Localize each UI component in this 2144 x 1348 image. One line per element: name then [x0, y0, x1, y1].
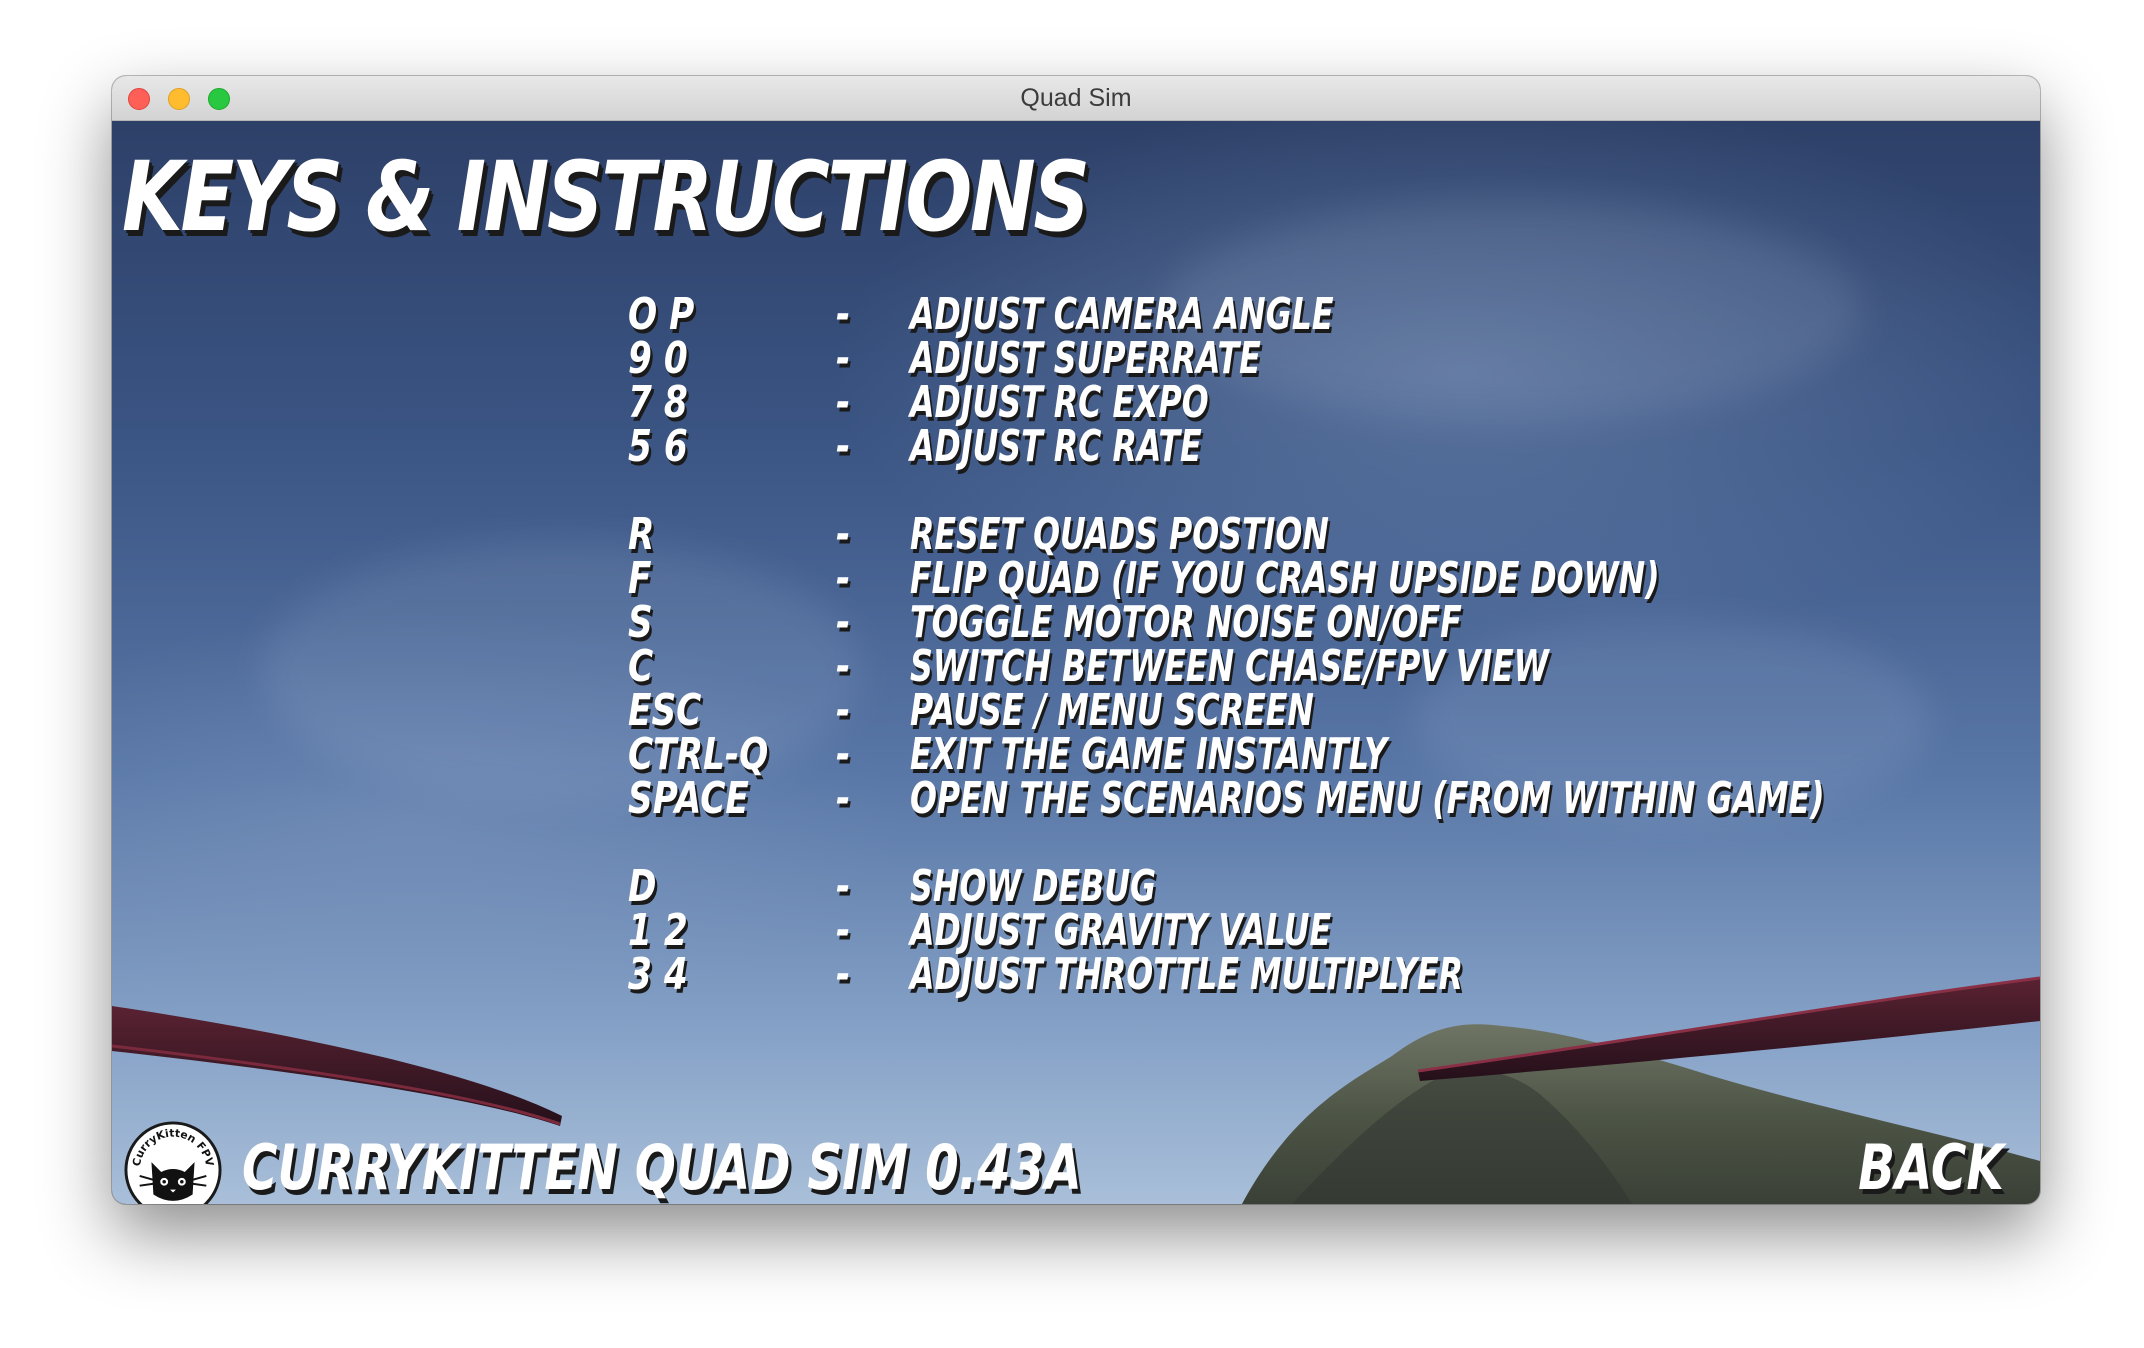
key-action: TOGGLE MOTOR NOISE ON/OFF	[910, 597, 1462, 648]
key-separator: -	[836, 377, 851, 428]
key-label: 7 8	[628, 377, 688, 428]
key-separator: -	[836, 553, 851, 604]
propeller-blade-left	[112, 1006, 562, 1126]
key-action: ADJUST THROTTLE MULTIPLYER	[910, 949, 1464, 1000]
key-label: 3 4	[628, 949, 688, 1000]
app-window: Quad Sim KEYS & INSTRUCTIONS O P - ADJUS…	[112, 76, 2040, 1204]
key-separator: -	[836, 685, 851, 736]
screen-heading: KEYS & INSTRUCTIONS	[122, 141, 1090, 253]
key-action: ADJUST RC RATE	[910, 421, 1202, 472]
key-separator: -	[836, 949, 851, 1000]
key-separator: -	[836, 861, 851, 912]
key-label: F	[628, 553, 652, 604]
key-action: ADJUST CAMERA ANGLE	[910, 289, 1334, 340]
key-separator: -	[836, 641, 851, 692]
window-title: Quad Sim	[1020, 84, 1132, 112]
key-label: S	[628, 597, 653, 648]
key-action: EXIT THE GAME INSTANTLY	[910, 729, 1388, 780]
key-label: 1 2	[628, 905, 688, 956]
key-label: O P	[628, 289, 695, 340]
key-label: 5 6	[628, 421, 688, 472]
key-label: CTRL-Q	[628, 729, 769, 780]
window-titlebar[interactable]: Quad Sim	[112, 76, 2040, 121]
key-label: D	[628, 861, 657, 912]
key-action: ADJUST GRAVITY VALUE	[910, 905, 1332, 956]
key-separator: -	[836, 729, 851, 780]
key-action: RESET QUADS POSTION	[910, 509, 1329, 560]
key-action: ADJUST RC EXPO	[910, 377, 1209, 428]
key-action: ADJUST SUPERRATE	[910, 333, 1261, 384]
game-viewport: KEYS & INSTRUCTIONS O P - ADJUST CAMERA …	[112, 121, 2040, 1204]
key-label: ESC	[628, 685, 702, 736]
key-separator: -	[836, 509, 851, 560]
key-label: SPACE	[628, 773, 749, 824]
key-separator: -	[836, 289, 851, 340]
key-action: OPEN THE SCENARIOS MENU (FROM WITHIN GAM…	[910, 773, 1825, 824]
key-separator: -	[836, 421, 851, 472]
key-label: C	[628, 641, 654, 692]
key-separator: -	[836, 773, 851, 824]
key-action: SHOW DEBUG	[910, 861, 1157, 912]
back-button[interactable]: BACK	[1858, 1131, 2004, 1204]
key-separator: -	[836, 905, 851, 956]
cat-logo-icon: CurryKitten FPV	[124, 1121, 222, 1204]
key-separator: -	[836, 597, 851, 648]
key-action: FLIP QUAD (IF YOU CRASH UPSIDE DOWN)	[910, 553, 1660, 604]
key-label: R	[628, 509, 655, 560]
key-label: 9 0	[628, 333, 688, 384]
game-version-title: CURRYKITTEN QUAD SIM 0.43A	[242, 1131, 1082, 1204]
key-separator: -	[836, 333, 851, 384]
key-action: SWITCH BETWEEN CHASE/FPV VIEW	[910, 641, 1549, 692]
key-action: PAUSE / MENU SCREEN	[910, 685, 1314, 736]
